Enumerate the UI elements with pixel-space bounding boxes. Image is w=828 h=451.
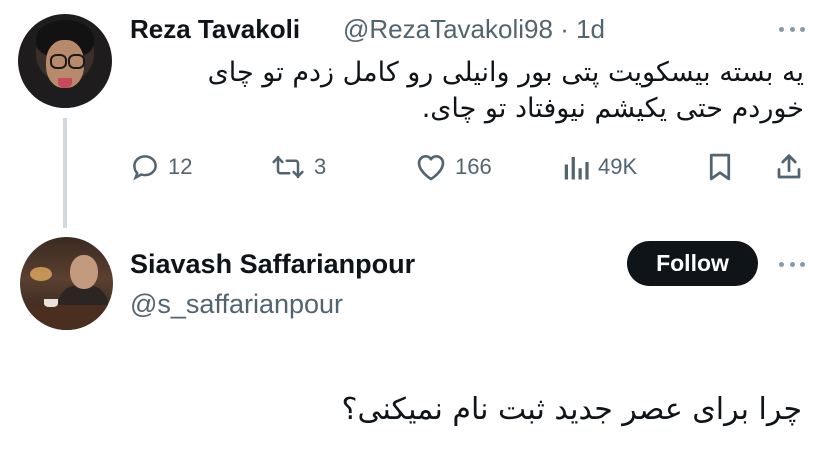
share-icon: [777, 154, 801, 179]
more-options-icon[interactable]: [779, 260, 805, 268]
heart-icon: [417, 155, 445, 181]
bookmark-button[interactable]: [707, 150, 733, 184]
more-options-icon[interactable]: [779, 25, 805, 33]
author-avatar[interactable]: [18, 14, 112, 108]
reply-author-avatar[interactable]: [20, 237, 113, 330]
tweet-text: یه بسته بیسکویت پتی بور وانیلی رو کامل ز…: [124, 55, 804, 127]
reply-text: چرا برای عصر جدید ثبت نام نمیکنی؟: [341, 392, 802, 427]
views-button[interactable]: 49K: [562, 150, 637, 184]
retweet-button[interactable]: 3: [270, 150, 326, 184]
tweet-timestamp[interactable]: 1d: [576, 14, 605, 44]
retweet-count: 3: [314, 154, 327, 179]
author-name[interactable]: Reza Tavakoli: [130, 14, 300, 44]
author-handle[interactable]: @RezaTavakoli98: [343, 14, 553, 44]
reply-author-handle[interactable]: @s_saffarianpour: [130, 288, 343, 320]
share-button[interactable]: [774, 150, 804, 184]
meta-separator: ·: [560, 14, 569, 44]
view-count: 49K: [598, 154, 638, 179]
thread-connector-line: [63, 118, 67, 228]
retweet-icon: [272, 155, 304, 179]
reply-button[interactable]: 12: [130, 150, 192, 184]
tweet-text-line-2: خوردم حتی یکیشم نیوفتاد تو چای.: [421, 93, 804, 124]
like-button[interactable]: 166: [415, 150, 492, 184]
reply-count: 12: [168, 154, 193, 179]
reply-author-name[interactable]: Siavash Saffarianpour: [130, 248, 415, 280]
reply-icon: [133, 155, 157, 181]
tweet-text-line-1: یه بسته بیسکویت پتی بور وانیلی رو کامل ز…: [207, 57, 804, 88]
author-meta: @RezaTavakoli98 · 1d: [343, 14, 605, 44]
views-bar-chart-icon: [564, 157, 589, 180]
follow-button[interactable]: Follow: [627, 241, 758, 286]
bookmark-icon: [709, 153, 731, 181]
like-count: 166: [455, 154, 492, 179]
